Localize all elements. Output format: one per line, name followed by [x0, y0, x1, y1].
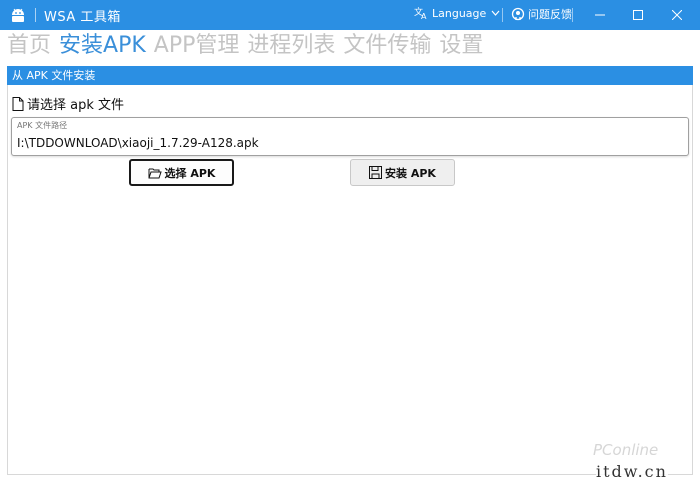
- watermark-site: itdw.cn: [596, 462, 668, 481]
- install-apk-button[interactable]: 安装 APK: [350, 159, 455, 186]
- feedback-label: 问题反馈: [528, 8, 572, 21]
- svg-text:A: A: [421, 12, 427, 20]
- github-icon: [511, 7, 525, 21]
- maximize-icon: [633, 10, 643, 20]
- watermark-brand: PConline: [593, 441, 659, 459]
- android-icon: [9, 6, 27, 24]
- save-icon: [369, 166, 383, 179]
- close-icon: [672, 10, 682, 20]
- minimize-icon: [595, 14, 605, 16]
- translate-icon: 文 A: [414, 6, 427, 20]
- tab-file-transfer[interactable]: 文件传输: [343, 32, 431, 62]
- window-title: WSA 工具箱: [44, 10, 121, 25]
- language-label: Language: [432, 6, 487, 20]
- feedback-button[interactable]: 问题反馈: [511, 6, 572, 22]
- close-button[interactable]: [654, 0, 700, 30]
- tab-settings[interactable]: 设置: [439, 32, 483, 62]
- select-apk-label: 选择 APK: [164, 166, 216, 180]
- toolbar-separator: [502, 8, 503, 22]
- select-apk-button[interactable]: 选择 APK: [129, 159, 234, 186]
- apk-path-caption: APK 文件路径: [17, 121, 68, 130]
- install-apk-label: 安装 APK: [385, 166, 436, 180]
- title-bar: WSA 工具箱 文 A Language 问题反馈: [0, 0, 700, 30]
- chevron-down-icon: [491, 10, 500, 16]
- folder-open-icon: [148, 168, 162, 178]
- section-header: 从 APK 文件安装: [7, 66, 693, 85]
- tab-process-list[interactable]: 进程列表: [247, 32, 335, 62]
- tab-home[interactable]: 首页: [7, 32, 51, 62]
- tab-app-management[interactable]: APP管理: [154, 32, 240, 62]
- language-selector[interactable]: 文 A Language: [414, 6, 504, 20]
- tab-install-apk[interactable]: 安装APK: [59, 32, 146, 62]
- choose-file-text: 请选择 apk 文件: [27, 98, 125, 113]
- toolbar-separator: [572, 8, 573, 22]
- title-separator: [35, 8, 36, 22]
- main-tabs: 首页 安装APK APP管理 进程列表 文件传输 设置: [7, 32, 491, 62]
- apk-path-field[interactable]: APK 文件路径: [11, 117, 689, 156]
- file-icon: [12, 96, 24, 111]
- choose-file-label: 请选择 apk 文件: [12, 94, 124, 113]
- apk-path-input[interactable]: [17, 133, 677, 153]
